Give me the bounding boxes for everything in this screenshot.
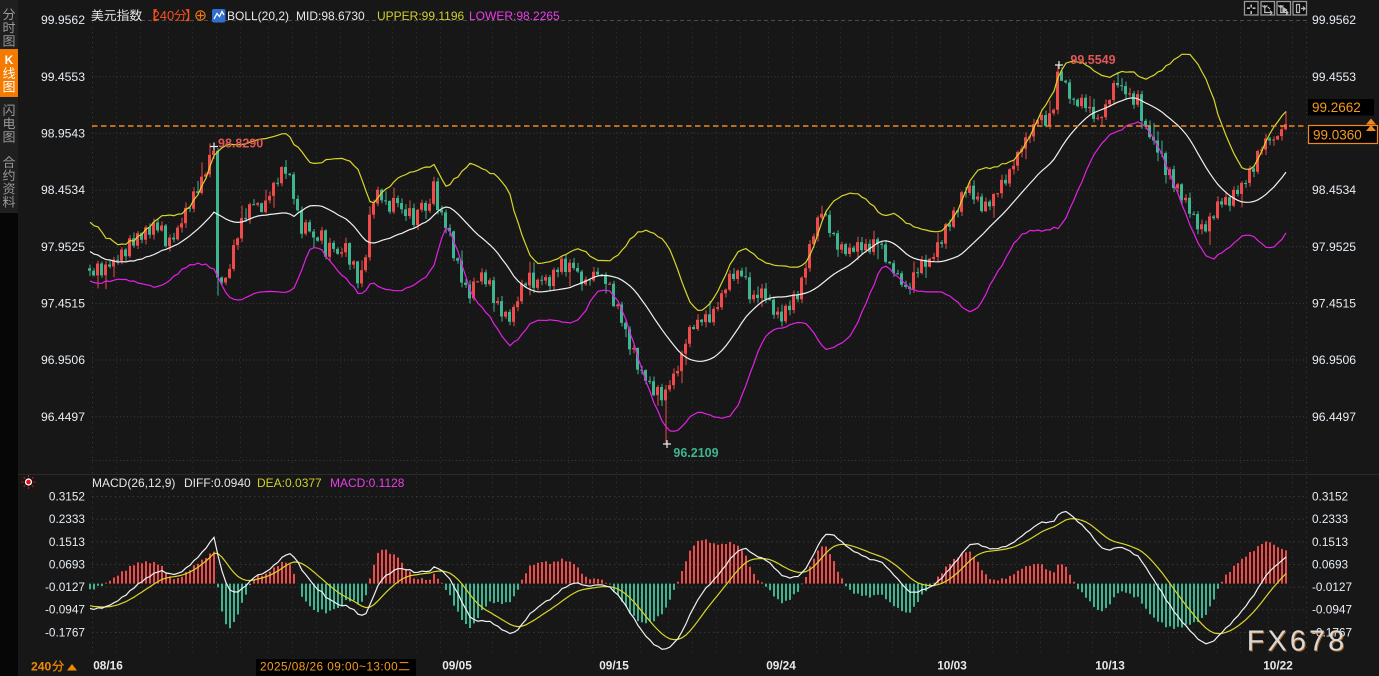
svg-text:99.9562: 99.9562	[1312, 13, 1356, 27]
svg-text:99.4553: 99.4553	[41, 70, 85, 84]
svg-text:-0.0947: -0.0947	[45, 603, 85, 617]
svg-text:2025/08/26 09:00~13:00: 2025/08/26 09:00~13:00	[260, 660, 398, 674]
svg-text:0.3152: 0.3152	[49, 490, 85, 504]
svg-text:08/16: 08/16	[93, 659, 123, 673]
svg-text:10/13: 10/13	[1095, 659, 1125, 673]
svg-text:0.0693: 0.0693	[49, 557, 86, 571]
svg-text:97.9525: 97.9525	[41, 240, 85, 254]
svg-text:99.9562: 99.9562	[41, 13, 85, 27]
svg-text:10/22: 10/22	[1263, 659, 1293, 673]
svg-text:240: 240	[153, 8, 175, 23]
svg-text:0.0693: 0.0693	[1312, 557, 1349, 571]
svg-text:09/15: 09/15	[599, 659, 629, 673]
svg-text:DEA:0.0377: DEA:0.0377	[257, 476, 322, 490]
svg-text:BOLL(20,2): BOLL(20,2)	[227, 9, 289, 23]
svg-text:97.4515: 97.4515	[41, 297, 85, 311]
svg-text:MID:98.6730: MID:98.6730	[296, 9, 365, 23]
svg-text:97.9525: 97.9525	[1312, 240, 1356, 254]
svg-text:98.4534: 98.4534	[1312, 183, 1356, 197]
svg-text:DIFF:0.0940: DIFF:0.0940	[184, 476, 251, 490]
svg-text:K: K	[5, 53, 14, 67]
svg-text:0.2333: 0.2333	[49, 512, 86, 526]
svg-text:99.0360: 99.0360	[1313, 128, 1362, 143]
svg-text:-0.0127: -0.0127	[45, 580, 85, 594]
svg-text:99.2662: 99.2662	[1312, 100, 1361, 115]
svg-text:FX678: FX678	[1247, 626, 1347, 658]
svg-text:98.9543: 98.9543	[41, 127, 85, 141]
svg-text:96.4497: 96.4497	[41, 410, 85, 424]
svg-text:-0.0947: -0.0947	[1312, 603, 1352, 617]
svg-text:MACD:0.1128: MACD:0.1128	[330, 476, 405, 490]
svg-text:96.9506: 96.9506	[1312, 353, 1356, 367]
svg-text:98.8290: 98.8290	[218, 137, 263, 151]
svg-text:LOWER:98.2265: LOWER:98.2265	[469, 9, 560, 23]
svg-text:96.2109: 96.2109	[673, 446, 718, 460]
svg-text:09/24: 09/24	[766, 659, 796, 673]
svg-text:-0.1767: -0.1767	[45, 625, 85, 639]
svg-text:MACD(26,12,9): MACD(26,12,9)	[92, 476, 175, 490]
svg-text:09/05: 09/05	[442, 659, 472, 673]
svg-text:-0.0127: -0.0127	[1312, 580, 1352, 594]
svg-text:0.3152: 0.3152	[1312, 490, 1348, 504]
svg-text:0.1513: 0.1513	[49, 535, 86, 549]
svg-text:0.1513: 0.1513	[1312, 535, 1349, 549]
svg-text:10/03: 10/03	[937, 659, 967, 673]
svg-text:0.2333: 0.2333	[1312, 512, 1349, 526]
svg-text:96.4497: 96.4497	[1312, 410, 1356, 424]
svg-text:240: 240	[31, 660, 52, 674]
svg-text:99.4553: 99.4553	[1312, 70, 1356, 84]
svg-text:UPPER:99.1196: UPPER:99.1196	[377, 9, 464, 23]
svg-text:99.5549: 99.5549	[1070, 53, 1115, 67]
svg-text:97.4515: 97.4515	[1312, 297, 1356, 311]
svg-text:96.9506: 96.9506	[41, 353, 85, 367]
svg-text:98.4534: 98.4534	[41, 183, 85, 197]
